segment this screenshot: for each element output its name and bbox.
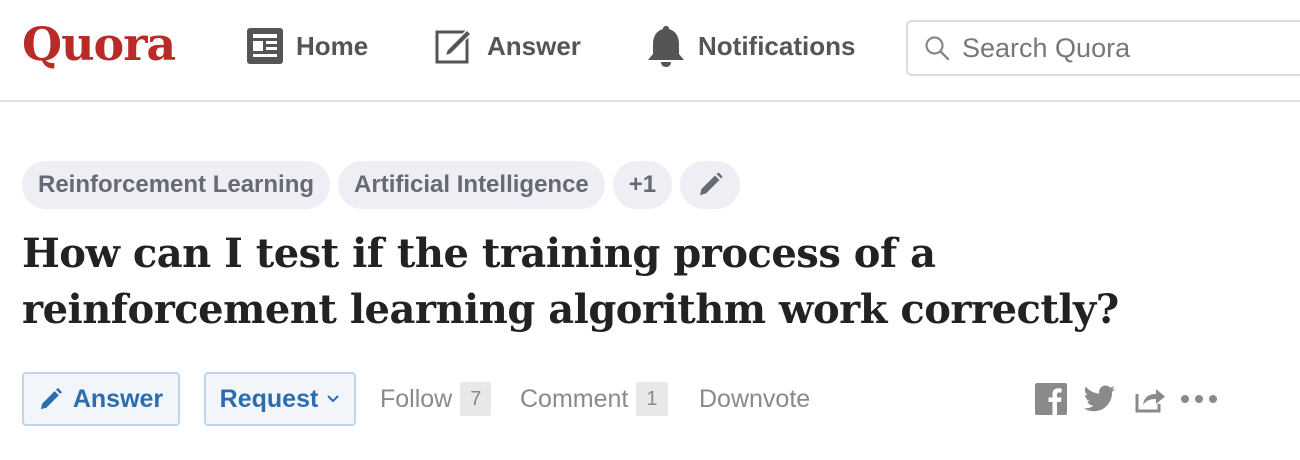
pencil-icon — [40, 387, 62, 410]
request-button-label: Request — [219, 384, 319, 413]
more-icon — [1181, 395, 1217, 403]
comment-label: Comment — [520, 384, 629, 413]
twitter-icon — [1084, 385, 1115, 412]
chevron-down-icon — [327, 395, 340, 403]
follow-button[interactable]: Follow 7 — [380, 372, 492, 426]
question-title[interactable]: How can I test if the training process o… — [22, 226, 1222, 338]
request-button[interactable]: Request — [204, 372, 356, 426]
nav-answer[interactable]: Answer — [435, 22, 581, 70]
topic-list: Reinforcement Learning Artificial Intell… — [22, 161, 741, 209]
follow-label: Follow — [380, 384, 453, 413]
downvote-button[interactable]: Downvote — [699, 372, 810, 426]
pencil-icon — [700, 172, 723, 195]
topic-pill-artificial-intelligence[interactable]: Artificial Intelligence — [338, 161, 605, 209]
comment-button[interactable]: Comment 1 — [520, 372, 668, 426]
share-icon — [1135, 389, 1165, 413]
nav-home[interactable]: Home — [246, 22, 368, 70]
share-facebook-button[interactable] — [1035, 380, 1067, 418]
write-answer-icon — [435, 28, 473, 64]
edit-topics-button[interactable] — [680, 161, 741, 209]
topic-pill-more[interactable]: +1 — [612, 161, 673, 209]
search-input[interactable] — [960, 31, 1294, 65]
search-box[interactable] — [906, 20, 1300, 76]
nav-notifications[interactable]: Notifications — [646, 22, 855, 70]
topic-pill-reinforcement-learning[interactable]: Reinforcement Learning — [22, 161, 331, 209]
question-action-bar: Answer Request Follow 7 Comment 1 Downvo… — [22, 372, 1282, 426]
facebook-icon — [1035, 383, 1067, 415]
bell-icon — [648, 26, 684, 67]
nav-answer-label: Answer — [487, 30, 581, 61]
follow-count-badge: 7 — [460, 382, 492, 416]
answer-button-label: Answer — [72, 384, 164, 413]
share-other-button[interactable] — [1134, 380, 1166, 418]
search-icon — [925, 36, 950, 61]
share-twitter-button[interactable] — [1084, 380, 1116, 418]
top-navigation-bar: Quora Home Answer Notifications — [0, 0, 1300, 102]
more-options-button[interactable] — [1180, 380, 1218, 418]
quora-logo[interactable]: Quora — [22, 14, 176, 74]
comment-count-badge: 1 — [636, 382, 668, 416]
nav-home-label: Home — [296, 30, 369, 61]
home-feed-icon — [247, 28, 283, 64]
nav-notifications-label: Notifications — [698, 30, 856, 61]
answer-button[interactable]: Answer — [22, 372, 180, 426]
